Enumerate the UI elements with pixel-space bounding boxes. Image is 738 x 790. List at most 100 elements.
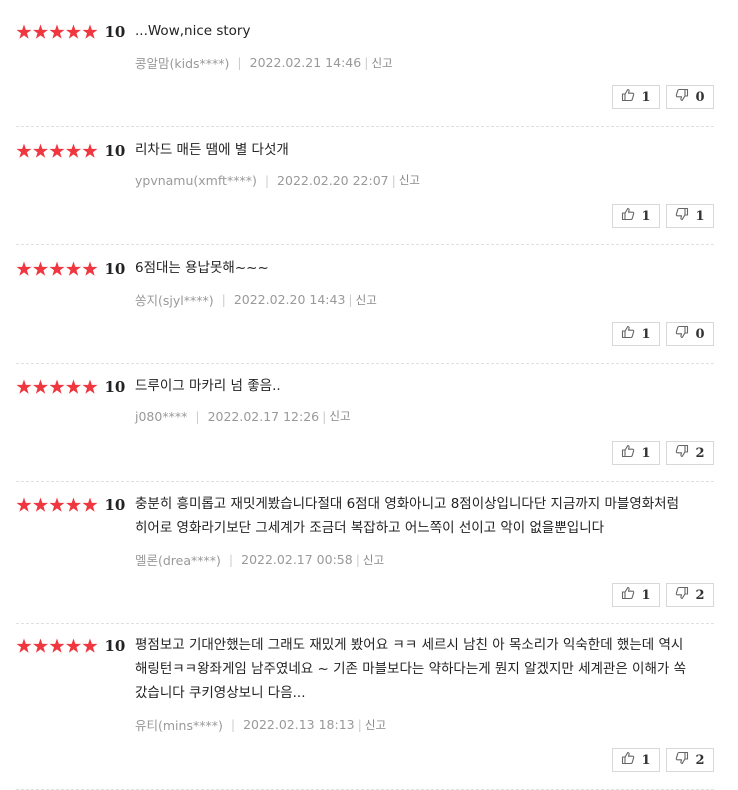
- like-count: 1: [641, 89, 651, 105]
- star-icon: [32, 143, 49, 158]
- like-count: 1: [641, 208, 651, 224]
- star-icon: [49, 143, 65, 158]
- like-button[interactable]: 1: [612, 748, 660, 772]
- star-icon: [82, 24, 98, 39]
- thumbs-up-icon: [621, 207, 641, 225]
- review-date: 2022.02.21 14:46: [249, 55, 362, 70]
- divider: |: [237, 55, 242, 70]
- vote-buttons: 1 0: [612, 322, 714, 346]
- star-icon: [82, 379, 98, 394]
- review-meta: 쏭지(sjyl****) | 2022.02.20 14:43 | 신고: [135, 290, 714, 309]
- rating: 10: [16, 142, 125, 160]
- score: 10: [104, 496, 126, 514]
- review-content: 평점보고 기대안했는데 그래도 재밌게 봤어요 ㅋㅋ 세르시 남친 아 목소리가…: [135, 633, 714, 734]
- report-link[interactable]: 신고: [371, 55, 392, 71]
- divider: |: [264, 172, 270, 188]
- divider: |: [322, 408, 327, 424]
- score: 10: [104, 23, 126, 41]
- vote-buttons: 1 2: [612, 441, 714, 465]
- report-link[interactable]: 신고: [399, 172, 420, 188]
- author: 쏭지(sjyl****): [135, 293, 214, 308]
- review-meta: 멜론(drea****) | 2022.02.17 00:58 | 신고: [135, 550, 714, 569]
- review-item: 10 충분히 흥미롭고 재밋게봤습니다절대 6점대 영화아니고 8점이상입니다단…: [16, 482, 714, 624]
- review-text: 충분히 흥미롭고 재밋게봤습니다절대 6점대 영화아니고 8점이상입니다단 지금…: [135, 496, 680, 536]
- like-button[interactable]: 1: [612, 322, 660, 346]
- dislike-count: 0: [695, 326, 705, 342]
- dislike-button[interactable]: 0: [666, 85, 714, 109]
- star-icon: [82, 638, 98, 653]
- report-link[interactable]: 신고: [365, 717, 386, 733]
- review-date: 2022.02.20 14:43: [233, 292, 346, 307]
- dislike-button[interactable]: 2: [666, 441, 714, 465]
- review-content: 드루이그 마카리 넘 좋음.. j080**** | 2022.02.17 12…: [135, 374, 714, 424]
- report-link[interactable]: 신고: [363, 552, 384, 568]
- divider: |: [348, 292, 353, 307]
- rating: 10: [16, 637, 125, 655]
- thumbs-up-icon: [621, 751, 641, 769]
- star-icon: [49, 379, 65, 394]
- thumbs-up-icon: [621, 325, 641, 343]
- dislike-count: 2: [695, 587, 705, 603]
- star-icon: [65, 379, 82, 394]
- star-rating: [16, 143, 99, 159]
- star-icon: [82, 497, 98, 512]
- score: 10: [104, 637, 126, 655]
- thumbs-down-icon: [675, 751, 695, 769]
- review-content: 충분히 흥미롭고 재밋게봤습니다절대 6점대 영화아니고 8점이상입니다단 지금…: [135, 492, 714, 569]
- dislike-count: 1: [695, 208, 705, 224]
- rating: 10: [16, 496, 125, 514]
- vote-buttons: 1 0: [612, 85, 714, 109]
- divider: |: [228, 552, 234, 567]
- dislike-button[interactable]: 1: [666, 204, 714, 228]
- like-count: 1: [641, 326, 651, 342]
- star-icon: [65, 24, 82, 39]
- thumbs-down-icon: [675, 444, 695, 462]
- review-item: 10 ...Wow,nice story 콩알맘(kids****) | 202…: [16, 0, 714, 127]
- dislike-button[interactable]: 2: [666, 583, 714, 607]
- like-button[interactable]: 1: [612, 583, 660, 607]
- review-item: 10 평점보고 기대안했는데 그래도 재밌게 봤어요 ㅋㅋ 세르시 남친 아 목…: [16, 624, 714, 790]
- star-icon: [65, 261, 82, 276]
- author: 콩알맘(kids****): [135, 56, 230, 71]
- review-date: 2022.02.20 22:07: [277, 172, 389, 188]
- dislike-count: 2: [695, 752, 705, 768]
- dislike-button[interactable]: 0: [666, 322, 714, 346]
- score: 10: [104, 260, 126, 278]
- star-icon: [49, 497, 65, 512]
- divider: |: [221, 292, 226, 307]
- review-meta: 콩알맘(kids****) | 2022.02.21 14:46 | 신고: [135, 53, 714, 72]
- dislike-count: 0: [695, 89, 705, 105]
- review-text: 6점대는 용납못해~~~: [135, 260, 269, 276]
- star-icon: [49, 261, 65, 276]
- review-list: 10 ...Wow,nice story 콩알맘(kids****) | 202…: [0, 0, 738, 790]
- star-icon: [32, 379, 49, 394]
- author: 유티(mins****): [135, 718, 223, 733]
- rating: 10: [16, 378, 125, 396]
- divider: |: [355, 552, 360, 567]
- star-icon: [16, 638, 32, 653]
- report-link[interactable]: 신고: [356, 292, 377, 308]
- dislike-button[interactable]: 2: [666, 748, 714, 772]
- review-date: 2022.02.17 12:26: [207, 408, 320, 424]
- star-icon: [16, 379, 32, 394]
- like-count: 1: [641, 445, 651, 461]
- like-button[interactable]: 1: [612, 204, 660, 228]
- review-text: ...Wow,nice story: [135, 23, 251, 39]
- like-button[interactable]: 1: [612, 441, 660, 465]
- review-meta: 유티(mins****) | 2022.02.13 18:13 | 신고: [135, 715, 714, 734]
- review-item: 10 6점대는 용납못해~~~ 쏭지(sjyl****) | 2022.02.2…: [16, 245, 714, 364]
- star-icon: [32, 261, 49, 276]
- star-icon: [65, 143, 82, 158]
- review-text: 평점보고 기대안했는데 그래도 재밌게 봤어요 ㅋㅋ 세르시 남친 아 목소리가…: [135, 637, 687, 701]
- report-link[interactable]: 신고: [329, 408, 350, 424]
- review-content: ...Wow,nice story 콩알맘(kids****) | 2022.0…: [135, 19, 714, 72]
- review-date: 2022.02.13 18:13: [243, 717, 355, 732]
- thumbs-down-icon: [675, 586, 695, 604]
- vote-buttons: 1 2: [612, 583, 714, 607]
- like-button[interactable]: 1: [612, 85, 660, 109]
- review-content: 리차드 매든 땜에 별 다섯개 ypvnamu(xmft****) | 2022…: [135, 138, 714, 188]
- rating: 10: [16, 260, 125, 278]
- like-count: 1: [641, 752, 651, 768]
- star-icon: [32, 24, 49, 39]
- like-count: 1: [641, 587, 651, 603]
